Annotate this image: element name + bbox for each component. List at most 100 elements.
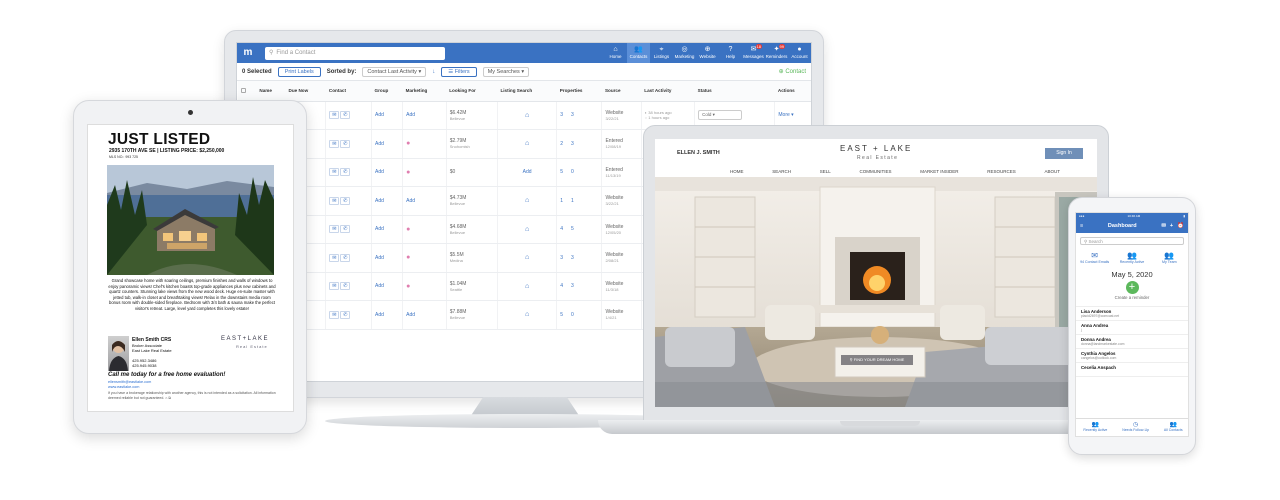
nav-item-contacts[interactable]: 👥 Contacts bbox=[627, 43, 650, 63]
column-header[interactable]: Contact bbox=[325, 81, 372, 102]
nav-item-website[interactable]: ⊕ Website bbox=[696, 43, 719, 63]
website-menu-resources[interactable]: RESOURCES bbox=[987, 169, 1016, 174]
website-menu-communities[interactable]: COMMUNITIES bbox=[860, 169, 892, 174]
more-button[interactable]: More ▾ bbox=[778, 112, 793, 118]
properties-favs[interactable]: 3 bbox=[571, 112, 574, 118]
flyer-email[interactable]: ellensmith@eastlake.com bbox=[108, 380, 151, 384]
properties-favs[interactable]: 3 bbox=[571, 255, 574, 261]
filters-button[interactable]: ☰ Filters bbox=[441, 66, 477, 77]
email-button[interactable]: ✉ bbox=[329, 310, 340, 319]
group-add-link[interactable]: Add bbox=[375, 169, 384, 175]
drip-icon[interactable]: ● bbox=[406, 226, 410, 233]
checkbox[interactable] bbox=[240, 87, 246, 93]
home-icon[interactable]: ⌂ bbox=[525, 112, 529, 119]
create-reminder-button[interactable]: + bbox=[1125, 281, 1139, 294]
mobile-tab[interactable]: 👥 All Contacts bbox=[1164, 421, 1183, 436]
email-button[interactable]: ✉ bbox=[329, 253, 340, 262]
email-button[interactable]: ✉ bbox=[329, 111, 340, 120]
email-button[interactable]: ✉ bbox=[329, 225, 340, 234]
email-button[interactable]: ✉ bbox=[329, 282, 340, 291]
properties-viewed[interactable]: 3 bbox=[560, 112, 563, 118]
column-header[interactable]: Source bbox=[601, 81, 642, 102]
sign-in-button[interactable]: Sign In bbox=[1045, 148, 1083, 159]
properties-viewed[interactable]: 5 bbox=[560, 169, 563, 175]
website-menu-sell[interactable]: SELL bbox=[820, 169, 831, 174]
mobile-tab[interactable]: 👥 Recently Active bbox=[1083, 421, 1107, 436]
column-header[interactable]: Marketing bbox=[402, 81, 447, 102]
properties-favs[interactable]: 1 bbox=[571, 198, 574, 204]
home-icon[interactable]: ⌂ bbox=[525, 311, 529, 318]
mobile-tab[interactable]: ◷ Needs Follow-Up bbox=[1122, 421, 1149, 436]
call-button[interactable]: ✆ bbox=[340, 282, 351, 291]
properties-favs[interactable]: 3 bbox=[571, 283, 574, 289]
mobile-search-input[interactable]: ⚲ Search bbox=[1080, 237, 1184, 245]
reminder-icon[interactable]: ⏰ bbox=[1177, 223, 1184, 229]
add-contact-button[interactable]: ⊕ Contact bbox=[779, 68, 806, 75]
column-header[interactable]: Properties bbox=[556, 81, 602, 102]
nav-item-account[interactable]: ● Account bbox=[788, 43, 811, 63]
properties-favs[interactable]: 5 bbox=[571, 226, 574, 232]
drip-icon[interactable]: ● bbox=[406, 283, 410, 290]
website-menu-home[interactable]: HOME bbox=[730, 169, 744, 174]
my-searches-select[interactable]: My Searches ▾ bbox=[482, 66, 530, 77]
flyer-website[interactable]: www.eastlake.com bbox=[108, 385, 139, 389]
home-icon[interactable]: ⌂ bbox=[525, 140, 529, 147]
column-header[interactable]: Name bbox=[256, 81, 286, 102]
properties-favs[interactable]: 0 bbox=[571, 312, 574, 318]
column-header[interactable]: Due Now bbox=[285, 81, 326, 102]
status-select[interactable]: Cold ▾ bbox=[698, 110, 743, 121]
email-button[interactable]: ✉ bbox=[329, 168, 340, 177]
properties-viewed[interactable]: 5 bbox=[560, 312, 563, 318]
column-header[interactable]: Looking For bbox=[446, 81, 498, 102]
column-header[interactable]: Listing Search bbox=[497, 81, 557, 102]
nav-item-help[interactable]: ? Help bbox=[719, 43, 742, 63]
properties-favs[interactable]: 0 bbox=[571, 169, 574, 175]
contact-list-item[interactable]: Cynthia Angelos cangelos@outlook.com bbox=[1076, 349, 1188, 363]
sort-direction-icon[interactable]: ↓ bbox=[432, 69, 435, 75]
contact-list-item[interactable]: Cecelia Anspach bbox=[1076, 363, 1188, 377]
call-button[interactable]: ✆ bbox=[340, 225, 351, 234]
email-button[interactable]: ✉ bbox=[329, 139, 340, 148]
call-button[interactable]: ✆ bbox=[340, 253, 351, 262]
properties-viewed[interactable]: 4 bbox=[560, 226, 563, 232]
group-add-link[interactable]: Add bbox=[375, 283, 384, 289]
group-add-link[interactable]: Add bbox=[375, 312, 384, 318]
nav-item-marketing[interactable]: ◎ Marketing bbox=[673, 43, 696, 63]
group-add-link[interactable]: Add bbox=[375, 226, 384, 232]
contact-list-item[interactable]: Lisa Anderson placid2697@comcast.net bbox=[1076, 307, 1188, 321]
dashboard-tile[interactable]: ✉ 94 Contact Emails bbox=[1078, 251, 1112, 264]
group-add-link[interactable]: Add bbox=[375, 255, 384, 261]
website-logo[interactable]: EAST + LAKE bbox=[840, 144, 912, 153]
sort-select[interactable]: Contact Last Activity ▾ bbox=[362, 66, 427, 77]
properties-viewed[interactable]: 4 bbox=[560, 283, 563, 289]
properties-viewed[interactable]: 3 bbox=[560, 255, 563, 261]
column-header[interactable]: Last Activity bbox=[641, 81, 695, 102]
properties-favs[interactable]: 3 bbox=[571, 141, 574, 147]
drip-icon[interactable]: ● bbox=[406, 140, 410, 147]
drip-icon[interactable]: ● bbox=[406, 169, 410, 176]
home-icon[interactable]: ⌂ bbox=[525, 283, 529, 290]
column-header[interactable]: Actions bbox=[774, 81, 811, 102]
mail-icon[interactable]: ✉ bbox=[1161, 223, 1166, 229]
contact-list-item[interactable]: Anna Andrea j bbox=[1076, 321, 1188, 335]
website-menu-search[interactable]: SEARCH bbox=[772, 169, 791, 174]
nav-item-listings[interactable]: ⌖ Listings bbox=[650, 43, 673, 63]
dashboard-tile[interactable]: 👥 My Team bbox=[1152, 251, 1186, 264]
group-add-link[interactable]: Add bbox=[375, 112, 384, 118]
properties-viewed[interactable]: 2 bbox=[560, 141, 563, 147]
call-button[interactable]: ✆ bbox=[340, 111, 351, 120]
properties-viewed[interactable]: 1 bbox=[560, 198, 563, 204]
crm-logo[interactable]: m bbox=[241, 46, 255, 60]
home-icon[interactable]: ⌂ bbox=[525, 254, 529, 261]
nav-item-reminders[interactable]: ✦ Reminders 99 bbox=[765, 43, 788, 63]
website-menu-market-insider[interactable]: MARKET INSIDER bbox=[920, 169, 958, 174]
marketing-add-link[interactable]: Add bbox=[406, 198, 415, 204]
dashboard-tile[interactable]: 👥 Recently Active bbox=[1115, 251, 1149, 264]
call-button[interactable]: ✆ bbox=[340, 196, 351, 205]
marketing-add-link[interactable]: Add bbox=[406, 112, 415, 118]
group-add-link[interactable]: Add bbox=[375, 141, 384, 147]
call-button[interactable]: ✆ bbox=[340, 168, 351, 177]
drip-icon[interactable]: ● bbox=[406, 254, 410, 261]
website-menu-about[interactable]: ABOUT bbox=[1044, 169, 1060, 174]
home-icon[interactable]: ⌂ bbox=[525, 197, 529, 204]
